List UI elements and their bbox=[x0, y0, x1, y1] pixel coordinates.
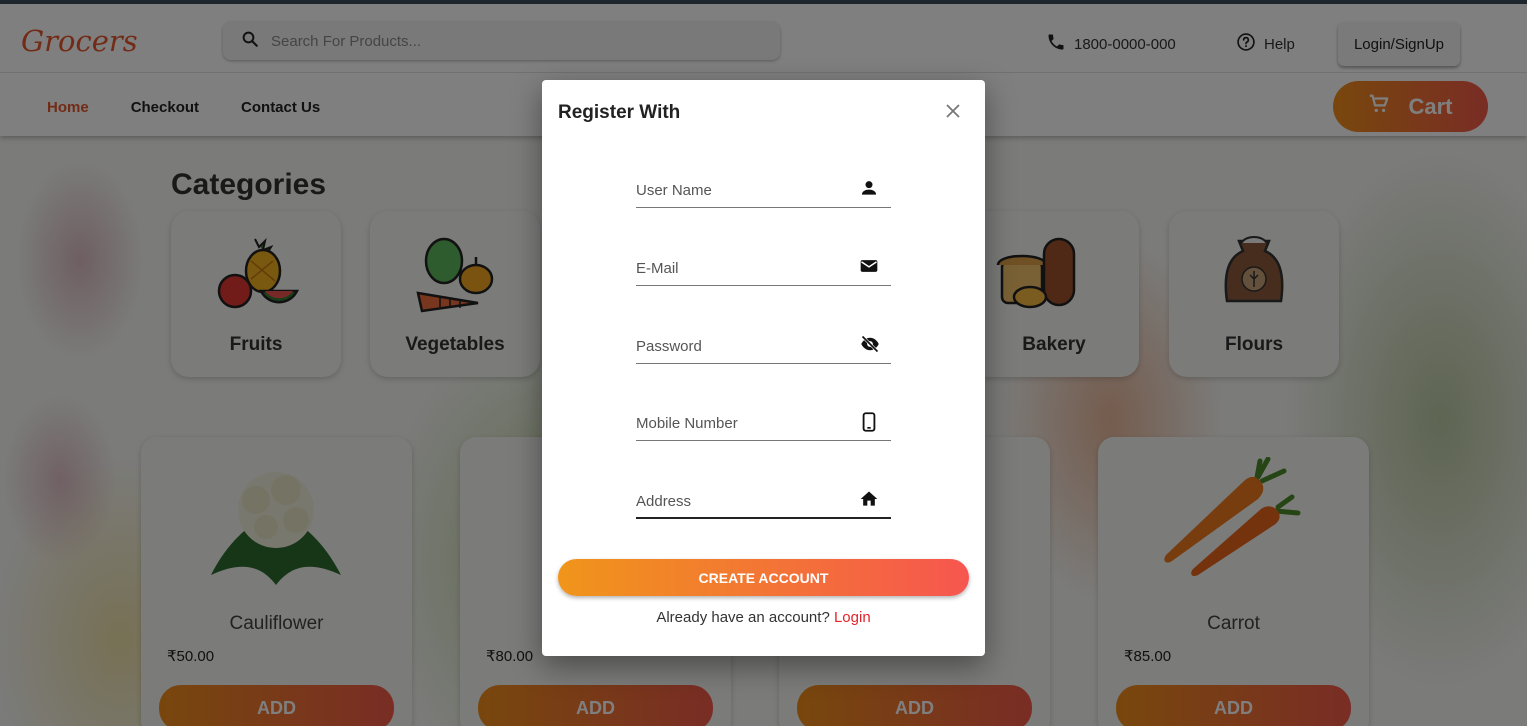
close-icon[interactable] bbox=[942, 100, 964, 122]
dialog-title: Register With bbox=[558, 102, 681, 123]
create-account-button[interactable]: CREATE ACCOUNT bbox=[558, 559, 969, 596]
mail-icon bbox=[859, 256, 879, 276]
field-label: Address bbox=[636, 493, 692, 510]
field-label: Password bbox=[636, 338, 702, 355]
mobile-number-field[interactable]: Mobile Number bbox=[636, 401, 891, 441]
visibility-off-icon[interactable] bbox=[859, 334, 879, 354]
field-label: Mobile Number bbox=[636, 415, 738, 432]
login-link[interactable]: Login bbox=[834, 609, 871, 626]
field-label: User Name bbox=[636, 182, 712, 199]
username-field[interactable]: User Name bbox=[636, 168, 891, 208]
person-icon bbox=[859, 178, 879, 198]
smartphone-icon bbox=[859, 411, 879, 432]
home-icon bbox=[859, 489, 879, 509]
password-field[interactable]: Password bbox=[636, 324, 891, 364]
email-field[interactable]: E-Mail bbox=[636, 246, 891, 286]
login-prompt: Already have an account? Login bbox=[542, 609, 985, 626]
register-dialog: Register With User Name E-Mail Password … bbox=[542, 80, 985, 656]
login-prompt-text: Already have an account? bbox=[656, 609, 830, 626]
field-label: E-Mail bbox=[636, 260, 679, 277]
address-field[interactable]: Address bbox=[636, 479, 891, 519]
